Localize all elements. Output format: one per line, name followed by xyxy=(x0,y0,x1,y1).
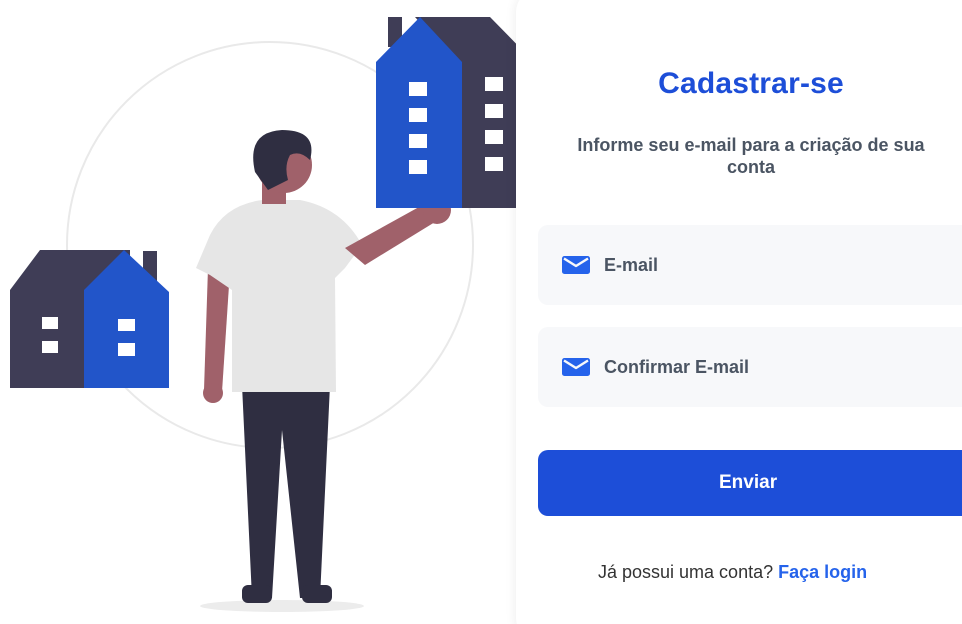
email-input[interactable] xyxy=(604,251,944,279)
mail-icon xyxy=(562,358,590,376)
submit-button[interactable]: Enviar xyxy=(538,450,962,516)
mail-icon xyxy=(562,256,590,274)
login-prompt-text: Já possui uma conta? xyxy=(598,562,774,582)
confirm-email-field[interactable] xyxy=(538,327,962,407)
confirm-email-input[interactable] xyxy=(604,353,944,381)
subtitle-line-1: Informe seu e-mail para a criação de sua xyxy=(577,135,925,155)
ground-shadow xyxy=(200,600,364,612)
page-subtitle: Informe seu e-mail para a criação de sua… xyxy=(540,134,962,178)
login-prompt: Já possui uma conta? Faça login xyxy=(598,562,867,583)
email-field[interactable] xyxy=(538,225,962,305)
left-house-illustration xyxy=(10,250,169,388)
page-title: Cadastrar-se xyxy=(658,67,844,100)
signup-page: Cadastrar-se Informe seu e-mail para a c… xyxy=(0,0,962,624)
subtitle-line-2: conta xyxy=(726,157,775,177)
login-link[interactable]: Faça login xyxy=(778,562,867,582)
hero-illustration xyxy=(0,0,540,624)
right-house-illustration xyxy=(376,17,534,208)
